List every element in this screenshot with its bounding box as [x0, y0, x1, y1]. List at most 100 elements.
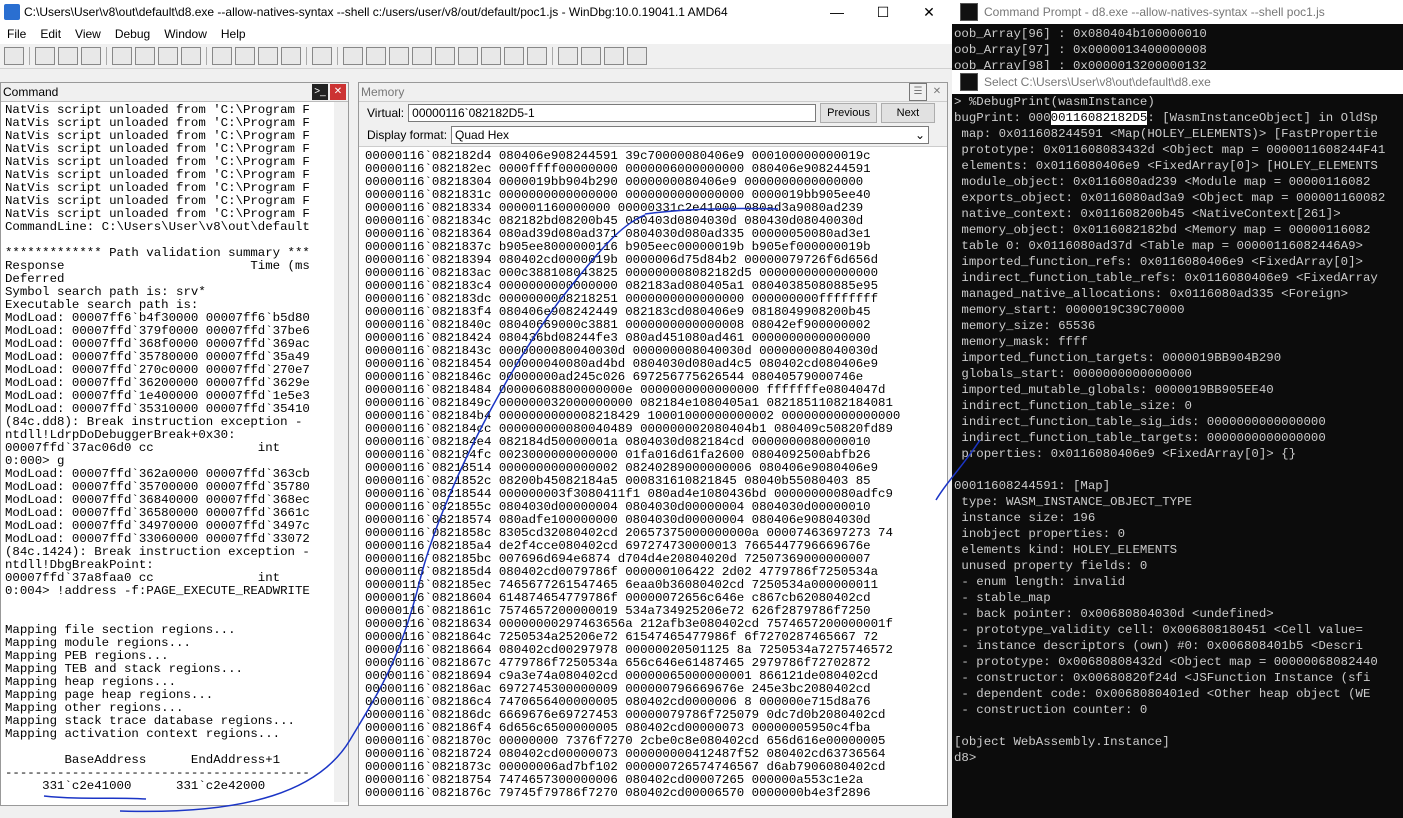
- cmd-output[interactable]: > %DebugPrint(wasmInstance) bugPrint: 000…: [952, 94, 1403, 766]
- cmd-output-line: imported_mutable_globals: 0000019BB905EE…: [954, 383, 1274, 397]
- watch-window-icon[interactable]: [366, 47, 386, 65]
- paste-icon[interactable]: [81, 47, 101, 65]
- callstack-window-icon[interactable]: [458, 47, 478, 65]
- hand-icon[interactable]: [312, 47, 332, 65]
- toolbar: [0, 44, 952, 69]
- menu-debug[interactable]: Debug: [108, 27, 157, 41]
- stop-icon[interactable]: [158, 47, 178, 65]
- menu-view[interactable]: View: [68, 27, 108, 41]
- close-pane-icon[interactable]: ✕: [330, 84, 346, 100]
- toolbar-separator: [306, 47, 307, 65]
- cmd-output-line: memory_object: 0x0116082182bd <Memory ma…: [954, 223, 1371, 237]
- cmd-output-line: - construction counter: 0: [954, 703, 1148, 717]
- cmd-output-line: - dependent code: 0x0068080401ed <Other …: [954, 687, 1371, 701]
- cmd-output-line: oob_Array[98] : 0x0000013200000132: [954, 59, 1207, 70]
- font-icon[interactable]: [604, 47, 624, 65]
- display-format-select[interactable]: Quad Hex ⌄: [451, 126, 930, 144]
- cmd-output-line: - enum length: invalid: [954, 575, 1126, 589]
- locals-window-icon[interactable]: [389, 47, 409, 65]
- menu-help[interactable]: Help: [214, 27, 253, 41]
- cmd-output-line: oob_Array[97] : 0x0000013400000008: [954, 43, 1207, 57]
- scratch-pad-icon[interactable]: [504, 47, 524, 65]
- debugprint-prefix: bugPrint: 000: [954, 111, 1051, 125]
- command-output[interactable]: NatVis script unloaded from 'C:\Program …: [1, 102, 348, 806]
- memory-pane-header: Memory ☰ ✕: [359, 83, 947, 102]
- memory-options-icon[interactable]: ☰: [909, 83, 927, 101]
- cmd-output-line: - constructor: 0x00680820f24d <JSFunctio…: [954, 671, 1371, 685]
- windbg-window: C:\Users\User\v8\out\default\d8.exe --al…: [0, 0, 952, 818]
- menu-edit[interactable]: Edit: [33, 27, 68, 41]
- cmd-output-line: [954, 718, 1401, 734]
- cmd-output-line: native_context: 0x011608200b45 <NativeCo…: [954, 207, 1341, 221]
- virtual-label: Virtual:: [367, 106, 405, 120]
- cmd-output-line: managed_native_allocations: 0x0116080ad3…: [954, 287, 1349, 301]
- cmd-output-line: memory_start: 0000019C39C70000: [954, 303, 1185, 317]
- processes-threads-icon[interactable]: [527, 47, 547, 65]
- windbg-titlebar: C:\Users\User\v8\out\default\d8.exe --al…: [0, 0, 952, 24]
- cmd-output-line: elements kind: HOLEY_ELEMENTS: [954, 543, 1178, 557]
- next-button[interactable]: Next: [880, 103, 935, 123]
- cmd-output-line: - back pointer: 0x00680804030d <undefine…: [954, 607, 1274, 621]
- cmd-output-line: map: 0x011608244591 <Map(HOLEY_ELEMENTS)…: [954, 127, 1378, 141]
- copy-icon[interactable]: [58, 47, 78, 65]
- memory-pane-title: Memory: [361, 85, 405, 99]
- previous-button[interactable]: Previous: [820, 103, 877, 123]
- cmd-output-line: module_object: 0x0116080ad239 <Module ma…: [954, 175, 1371, 189]
- step-over-icon[interactable]: [235, 47, 255, 65]
- go-icon[interactable]: [112, 47, 132, 65]
- cut-icon[interactable]: [35, 47, 55, 65]
- open-icon[interactable]: [4, 47, 24, 65]
- cmd-output-line: 00011608244591: [Map]: [954, 479, 1111, 493]
- close-pane-icon[interactable]: ✕: [929, 84, 945, 100]
- source-mode-icon[interactable]: [558, 47, 578, 65]
- cmd-output-line: imported_function_targets: 0000019BB904B…: [954, 351, 1282, 365]
- cmd-output-line: indirect_function_table_size: 0: [954, 399, 1192, 413]
- debugprint-suffix: : [WasmInstanceObject] in OldSp: [1147, 111, 1378, 125]
- cmd-output-line: memory_size: 65536: [954, 319, 1096, 333]
- memory-dump-line: 00000116`0821876c 79745f79786f7270 08040…: [365, 786, 871, 800]
- command-output-line: 331`c2e41000 331`c2e42000: [5, 779, 266, 793]
- cmd-output-line: - prototype: 0x00680808432d <Object map …: [954, 655, 1378, 669]
- minimize-button[interactable]: —: [814, 0, 860, 24]
- cmd-output-line: indirect_function_table_targets: 0000000…: [954, 431, 1326, 445]
- display-format-label: Display format:: [367, 128, 448, 142]
- run-to-cursor-icon[interactable]: [281, 47, 301, 65]
- menu-window[interactable]: Window: [157, 27, 214, 41]
- cmd-output-line: > %DebugPrint(wasmInstance): [954, 95, 1155, 109]
- registers-window-icon[interactable]: [412, 47, 432, 65]
- hex-mode-icon[interactable]: [581, 47, 601, 65]
- options-icon[interactable]: [627, 47, 647, 65]
- disassembly-window-icon[interactable]: [481, 47, 501, 65]
- virtual-address-row: Virtual: Previous Next: [359, 102, 947, 124]
- cmd-output-line: - stable_map: [954, 591, 1051, 605]
- close-button[interactable]: ✕: [906, 0, 952, 24]
- restart-icon[interactable]: [135, 47, 155, 65]
- step-into-icon[interactable]: [212, 47, 232, 65]
- break-icon[interactable]: [181, 47, 201, 65]
- console-icon[interactable]: >_: [312, 84, 328, 100]
- command-window-icon[interactable]: [343, 47, 363, 65]
- command-scrollbar[interactable]: [334, 102, 348, 802]
- virtual-address-input[interactable]: [408, 104, 817, 122]
- cmd-output-line: oob_Array[96] : 0x080404b100000010: [954, 27, 1207, 41]
- cmd-output-line: properties: 0x0116080406e9 <FixedArray[0…: [954, 447, 1297, 461]
- cmd-title-1: Command Prompt - d8.exe --allow-natives-…: [984, 5, 1325, 19]
- cmd-output-line: type: WASM_INSTANCE_OBJECT_TYPE: [954, 495, 1192, 509]
- console-icon: [960, 73, 978, 91]
- cmd-output-line: [object WebAssembly.Instance]: [954, 735, 1170, 749]
- menu-file[interactable]: File: [0, 27, 33, 41]
- memory-dump[interactable]: 00000116`082182d4 080406e908244591 39c70…: [359, 147, 947, 803]
- command-pane-title: Command: [3, 85, 59, 99]
- cmd-output-line: instance size: 196: [954, 511, 1096, 525]
- cmd-output-line: indirect_function_table_refs: 0x01160804…: [954, 271, 1378, 285]
- step-out-icon[interactable]: [258, 47, 278, 65]
- cmd-output-line: memory_mask: ffff: [954, 335, 1088, 349]
- cmd-output-line: globals_start: 0000000000000000: [954, 367, 1192, 381]
- display-format-row: Display format: Quad Hex ⌄: [359, 124, 947, 147]
- maximize-button[interactable]: ☐: [860, 0, 906, 24]
- display-format-value: Quad Hex: [455, 128, 510, 142]
- cmd-output-line: - instance descriptors (own) #0: 0x00680…: [954, 639, 1363, 653]
- memory-window-icon[interactable]: [435, 47, 455, 65]
- cmd-output-line: imported_function_refs: 0x0116080406e9 <…: [954, 255, 1363, 269]
- command-pane: Command >_ ✕ NatVis script unloaded from…: [0, 82, 349, 806]
